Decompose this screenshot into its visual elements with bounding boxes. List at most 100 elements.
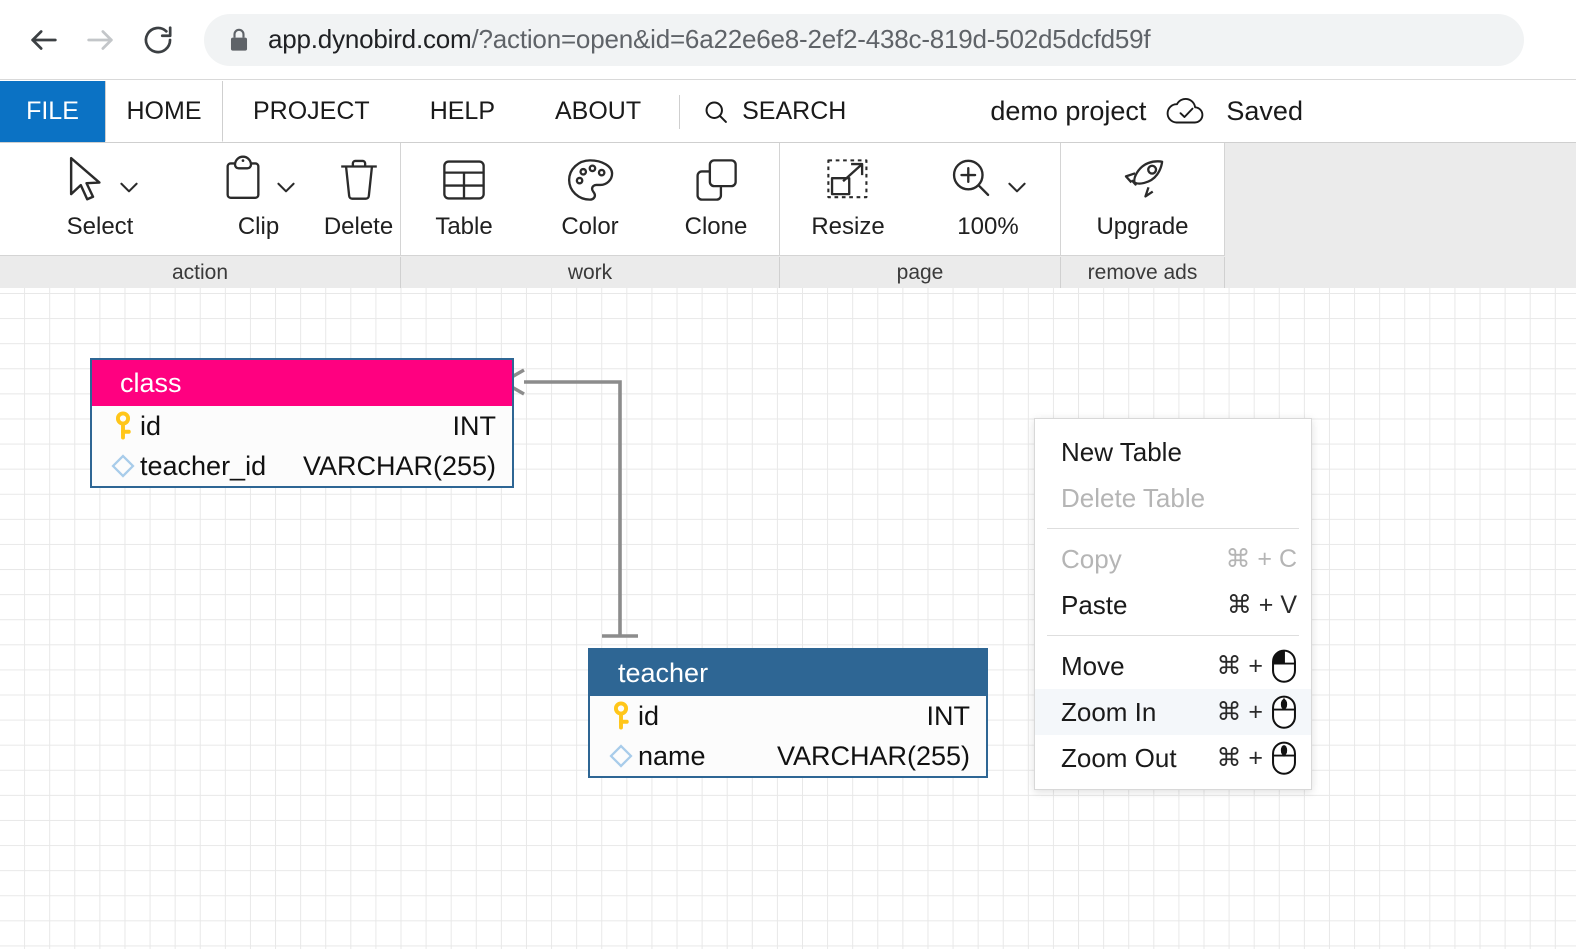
menu-tab-home[interactable]: HOME [105,81,223,142]
context-menu-shortcut: ⌘ + V [1226,591,1297,619]
erd-column-row[interactable]: id INT [92,406,512,446]
browser-forward-button[interactable] [76,16,124,64]
menu-tab-search[interactable]: SEARCH [680,81,873,142]
context-menu-item-delete-table: Delete Table [1035,475,1311,521]
context-menu-item-move[interactable]: Move ⌘ + [1035,643,1311,689]
context-menu-item-paste[interactable]: Paste ⌘ + V [1035,582,1311,628]
context-menu-label: Zoom Out [1061,742,1177,773]
context-menu-item-new-table[interactable]: New Table [1035,429,1311,475]
context-menu-shortcut-area: ⌘ + [1216,695,1297,729]
lock-icon [228,27,250,53]
ribbon-group-page: Resize 100% [780,143,1061,256]
erd-column-name: teacher_id [140,450,267,481]
ribbon-label-zoom-level: 100% [957,213,1019,240]
ribbon-label-select: Select [66,213,134,240]
ribbon-label-clone: Clone [684,213,748,240]
context-menu-label: Copy [1061,543,1122,574]
ribbon-label-delete: Delete [323,213,394,240]
erd-column-name: name [638,740,706,771]
browser-reload-button[interactable] [134,16,182,64]
ribbon-button-select[interactable]: Select [0,149,200,241]
erd-column-row[interactable]: name VARCHAR(255) [590,736,986,776]
ribbon-groups: Select Clip Delete Table Color Clone Res… [0,143,1225,256]
erd-column-type: VARCHAR(255) [776,740,970,771]
ribbon-button-resize[interactable]: Resize [780,149,916,241]
arrow-right-icon [87,29,113,50]
rocket-icon [1124,160,1163,198]
menu-tab-help[interactable]: HELP [399,81,525,142]
clipboard-icon [225,155,260,199]
field-diamond-icon [604,743,638,769]
menu-tab-file[interactable]: FILE [0,81,105,142]
primary-key-icon [604,701,638,731]
ribbon-button-table[interactable]: Table [401,149,527,241]
erd-column-name: id [638,700,660,731]
ribbon-group-label-page: page [780,257,1061,288]
menu-tab-project[interactable]: PROJECT [223,81,400,142]
ribbon-group-label-action: action [0,257,401,288]
ribbon-button-upgrade[interactable]: Upgrade [1061,149,1224,241]
context-menu-shortcut: ⌘ + C [1225,545,1297,573]
ribbon-button-clone[interactable]: Clone [653,149,779,241]
context-menu-separator [1047,528,1299,529]
menu-tab-about[interactable]: ABOUT [525,81,672,142]
ribbon-group-label-work: work [401,257,780,288]
context-menu-label: Paste [1061,589,1128,620]
project-name[interactable]: demo project [990,96,1146,127]
palette-icon [567,159,614,201]
ribbon-label-color: Color [561,213,619,240]
ribbon-button-color[interactable]: Color [527,149,653,241]
erd-column-row[interactable]: id INT [590,696,986,736]
save-state-label: Saved [1226,96,1303,126]
context-menu-label: Move [1061,650,1125,681]
context-menu-item-zoom-out[interactable]: Zoom Out ⌘ + [1035,735,1311,781]
url-host: app.dynobird.com [268,24,472,54]
chevron-down-icon[interactable] [1004,174,1030,200]
table-grid-icon [443,160,485,200]
context-menu-item-zoom-in[interactable]: Zoom In ⌘ + [1035,689,1311,735]
browser-back-button[interactable] [20,16,68,64]
ribbon-button-clip[interactable]: Clip [200,149,317,241]
cursor-arrow-icon [69,156,101,201]
clone-squares-icon [696,159,737,201]
erd-column-row[interactable]: teacher_id VARCHAR(255) [92,446,512,486]
url-text: app.dynobird.com/?action=open&id=6a22e6e… [268,24,1151,55]
ribbon-group-labels: action work page remove ads [0,257,1225,288]
erd-table-teacher[interactable]: teacher id INT name VARCHAR(255) [588,648,988,778]
context-menu-label: Zoom In [1061,696,1157,727]
trash-icon [340,159,377,200]
search-label: SEARCH [742,97,847,125]
context-menu-shortcut: ⌘ + [1216,698,1263,726]
ribbon-label-resize: Resize [811,213,885,240]
ribbon-label-clip: Clip [237,213,280,240]
chevron-down-icon[interactable] [273,174,299,200]
canvas-context-menu[interactable]: New Table Delete Table Copy ⌘ + C Paste … [1034,418,1312,790]
erd-canvas[interactable]: class id INT teacher_id VARCHAR(255) tea… [0,288,1576,949]
context-menu-item-copy: Copy ⌘ + C [1035,536,1311,582]
resize-icon [827,159,868,199]
zoom-plus-icon [952,159,990,197]
context-menu-shortcut: ⌘ + [1216,744,1263,772]
ribbon-group-action: Select Clip Delete [0,143,401,256]
url-bar[interactable]: app.dynobird.com/?action=open&id=6a22e6e… [204,13,1524,66]
context-menu-label: New Table [1061,436,1182,467]
context-menu-shortcut-area: ⌘ + [1216,741,1297,775]
context-menu-label: Delete Table [1061,482,1206,513]
erd-table-title-class: class [92,360,512,406]
arrow-left-icon [31,29,57,50]
erd-column-type: VARCHAR(255) [302,450,496,481]
ribbon-button-delete[interactable]: Delete [317,149,400,241]
mouse-scroll-down-icon [1272,741,1296,775]
erd-column-type: INT [926,700,971,731]
cloud-check-icon [1167,97,1204,123]
mouse-scroll-up-icon [1272,695,1296,729]
context-menu-shortcut-area: ⌘ + [1216,649,1297,683]
ribbon-label-upgrade: Upgrade [1096,213,1189,240]
field-diamond-icon [106,453,140,479]
chevron-down-icon[interactable] [116,174,142,200]
reload-icon [144,25,172,53]
erd-table-class[interactable]: class id INT teacher_id VARCHAR(255) [90,358,514,488]
ribbon-group-work: Table Color Clone [401,143,780,256]
ribbon-group-remove-ads: Upgrade [1061,143,1225,256]
ribbon-button-zoom[interactable]: 100% [916,149,1060,241]
